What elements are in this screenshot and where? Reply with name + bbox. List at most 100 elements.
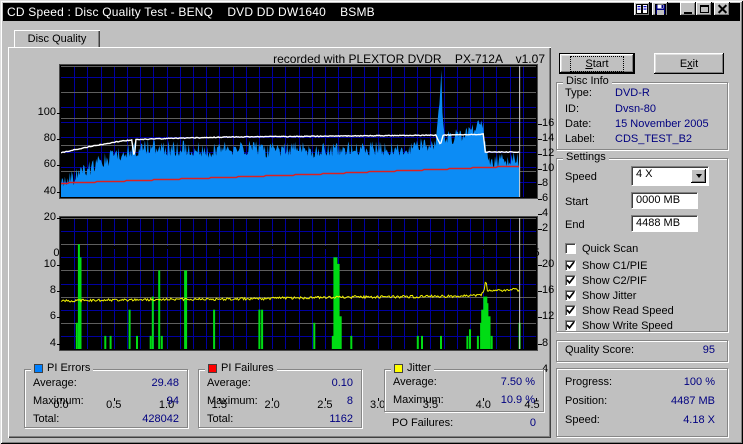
y-axis-right-label: 4 — [542, 207, 549, 219]
disc-label-value: CDS_TEST_B2 — [615, 133, 693, 145]
tab-page: recorded with PLEXTOR DVDR PX-712A v1.07… — [8, 47, 555, 438]
progress-row: Progress: 100 % — [565, 376, 715, 388]
pi-failures-bar — [469, 329, 471, 349]
axis-tick — [538, 265, 542, 266]
axis-tick — [57, 217, 61, 219]
axis-tick — [538, 139, 542, 141]
stat-row: Maximum: 94 — [33, 395, 179, 407]
checkbox-show-read-speed[interactable]: Show Read Speed — [565, 304, 674, 317]
titlebar[interactable]: CD Speed : Disc Quality Test - BENQ DVD … — [3, 3, 740, 21]
pi-failures-bar — [337, 316, 342, 349]
maximize-icon — [699, 5, 709, 13]
axis-tick — [113, 246, 115, 249]
save-icon — [654, 3, 666, 15]
start-label: Start — [565, 196, 589, 208]
pi-failures-bar — [261, 309, 264, 349]
y-axis-right-label: 20 — [542, 258, 555, 270]
speed-row: Speed: 4.18 X — [565, 414, 715, 426]
chevron-down-icon — [695, 174, 702, 178]
disc-date-value: 15 November 2005 — [615, 118, 709, 130]
report-button[interactable] — [634, 2, 650, 16]
y-axis-left-label: 4 — [49, 336, 56, 349]
checkbox-show-write-speed[interactable]: Show Write Speed — [565, 319, 673, 332]
settings-title: Settings — [566, 151, 606, 163]
y-axis-left-label: 20 — [43, 210, 56, 223]
position-value: 4487 MB — [670, 395, 715, 407]
y-axis-left-label: 10 — [43, 258, 56, 270]
checkbox-show-c2-pif[interactable]: Show C2/PIF — [565, 274, 647, 287]
axis-tick — [538, 291, 542, 293]
recorded-with-note: recorded with PLEXTOR DVDR PX-712A v1.07 — [273, 52, 545, 66]
checkbox-icon — [565, 260, 576, 271]
pie-chart-svg — [61, 66, 536, 197]
disc-info-title: Disc Info — [566, 75, 609, 87]
save-button[interactable] — [652, 2, 668, 16]
checkbox-show-c1-pie[interactable]: Show C1/PIE — [565, 259, 647, 272]
checkbox-quick-scan[interactable]: Quick Scan — [565, 242, 638, 255]
y-axis-left-label: 60 — [43, 158, 56, 171]
stat-row: Maximum: 10.9 % — [393, 394, 535, 406]
axis-tick — [430, 246, 432, 249]
tab-disc-quality[interactable]: Disc Quality — [14, 30, 100, 48]
checkbox-icon — [565, 290, 576, 301]
pi-errors-title: PI Errors — [47, 362, 91, 374]
app-window: CD Speed : Disc Quality Test - BENQ DVD … — [0, 0, 743, 444]
axis-tick — [57, 317, 61, 319]
y-axis-left-label: 80 — [43, 132, 56, 145]
y-axis-right-label: 2 — [542, 222, 549, 234]
minimize-icon — [684, 11, 692, 14]
pi-failures-bar — [258, 309, 261, 349]
axis-tick — [538, 317, 542, 319]
jitter-title: Jitter — [407, 362, 431, 374]
pi-failures-title: PI Failures — [221, 362, 274, 374]
maximize-button[interactable] — [696, 2, 712, 16]
axis-tick — [377, 246, 379, 249]
pi-failures-bar — [490, 335, 493, 349]
pi-failures-bar — [440, 335, 442, 349]
exit-button[interactable]: Exit — [654, 53, 724, 74]
speed-label: Speed — [565, 171, 597, 183]
axis-tick — [538, 343, 542, 345]
end-input[interactable]: 4488 MB — [631, 215, 698, 232]
start-button[interactable]: Start — [559, 53, 635, 74]
pi-failures-bar — [184, 270, 188, 349]
speed-dropdown-button[interactable] — [691, 169, 706, 183]
pi-errors-swatch-icon — [34, 363, 43, 373]
pi-failures-swatch-icon — [208, 363, 217, 373]
axis-tick — [538, 124, 542, 126]
axis-tick — [377, 398, 379, 401]
pi-failures-bar — [160, 335, 163, 349]
stat-row: Total: 428042 — [33, 413, 179, 425]
close-icon — [718, 5, 727, 14]
speed-select[interactable]: 4 X — [631, 166, 709, 186]
checkbox-icon — [565, 320, 576, 331]
pif-chart — [60, 217, 537, 350]
y-axis-right-label: 16 — [542, 284, 555, 297]
progress-box: Progress: 100 % Position: 4487 MB Speed: 4.… — [556, 368, 728, 437]
pie-chart — [60, 65, 537, 198]
progress-value: 100 % — [683, 376, 715, 388]
pi-failures-bar — [149, 335, 152, 349]
y-axis-right-label: 16 — [542, 117, 555, 130]
report-icon — [636, 4, 648, 14]
y-axis-right-label: 6 — [542, 192, 549, 204]
pi-failures-bar — [109, 335, 112, 349]
y-axis-right-label: 8 — [542, 336, 549, 349]
axis-tick — [538, 154, 542, 156]
close-button[interactable] — [714, 2, 730, 16]
jitter-swatch-icon — [394, 363, 403, 373]
disc-info-group: Disc Info Type: DVD-R ID: Dvsn-80 Date: 15 … — [556, 75, 728, 150]
minimize-button[interactable] — [680, 2, 696, 16]
checkbox-show-jitter[interactable]: Show Jitter — [565, 289, 636, 302]
axis-tick — [538, 199, 542, 200]
start-input[interactable]: 0000 MB — [631, 192, 698, 209]
axis-tick — [538, 214, 542, 215]
pi-failures-bar — [466, 335, 469, 349]
settings-group: Settings Speed 4 X Start 0000 MB End 448… — [556, 151, 728, 332]
stat-row: Average: 29.48 — [33, 377, 179, 389]
pi-failures-group: PI Failures Average: 0.10 Maximum: 8 Total… — [198, 362, 362, 428]
y-axis-right-label: 12 — [542, 310, 555, 323]
axis-tick — [166, 246, 168, 249]
pi-failures-bar — [421, 335, 423, 349]
stat-row: Average: 7.50 % — [393, 376, 535, 388]
